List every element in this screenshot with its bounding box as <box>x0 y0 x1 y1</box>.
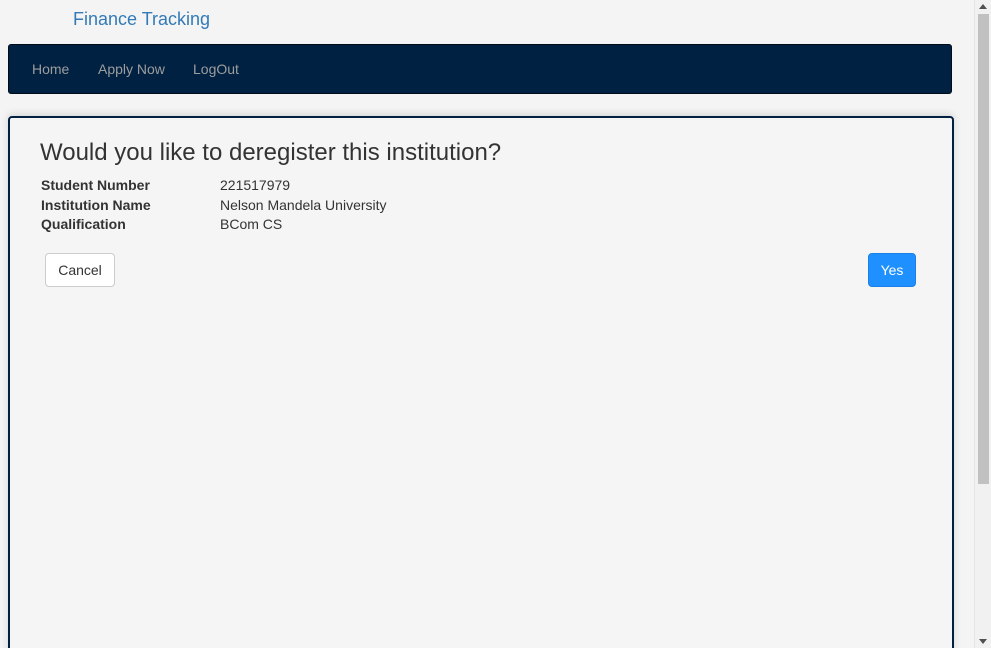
institution-name-value: Nelson Mandela University <box>220 196 387 213</box>
student-number-label: Student Number <box>41 177 150 193</box>
qualification-value: BCom CS <box>220 216 283 232</box>
institution-name-label: Institution Name <box>41 196 151 213</box>
qualification-label: Qualification <box>41 216 126 232</box>
vertical-scrollbar[interactable] <box>974 0 991 648</box>
student-number-value: 221517979 <box>220 177 291 193</box>
chevron-up-icon[interactable] <box>979 4 987 9</box>
institution-details: Student Number 221517979 Institution Nam… <box>41 176 641 235</box>
nav-home-link[interactable]: Home <box>32 45 69 95</box>
brand-link[interactable]: Finance Tracking <box>73 8 210 30</box>
cancel-button[interactable]: Cancel <box>45 253 115 287</box>
deregister-dialog: Would you like to deregister this instit… <box>8 116 954 648</box>
detail-row-qualification: Qualification BCom CS <box>41 215 641 235</box>
nav-apply-now-link[interactable]: Apply Now <box>98 45 165 95</box>
yes-button[interactable]: Yes <box>868 253 916 287</box>
scrollbar-thumb[interactable] <box>978 14 989 484</box>
chevron-down-icon[interactable] <box>979 639 987 644</box>
dialog-title: Would you like to deregister this instit… <box>40 139 502 166</box>
top-navbar: Home Apply Now LogOut <box>8 44 952 94</box>
page: Finance Tracking Home Apply Now LogOut W… <box>0 0 991 648</box>
nav-logout-link[interactable]: LogOut <box>193 45 239 95</box>
detail-row-institution-name: Institution Name Nelson Mandela Universi… <box>41 196 641 216</box>
detail-row-student-number: Student Number 221517979 <box>41 176 641 196</box>
